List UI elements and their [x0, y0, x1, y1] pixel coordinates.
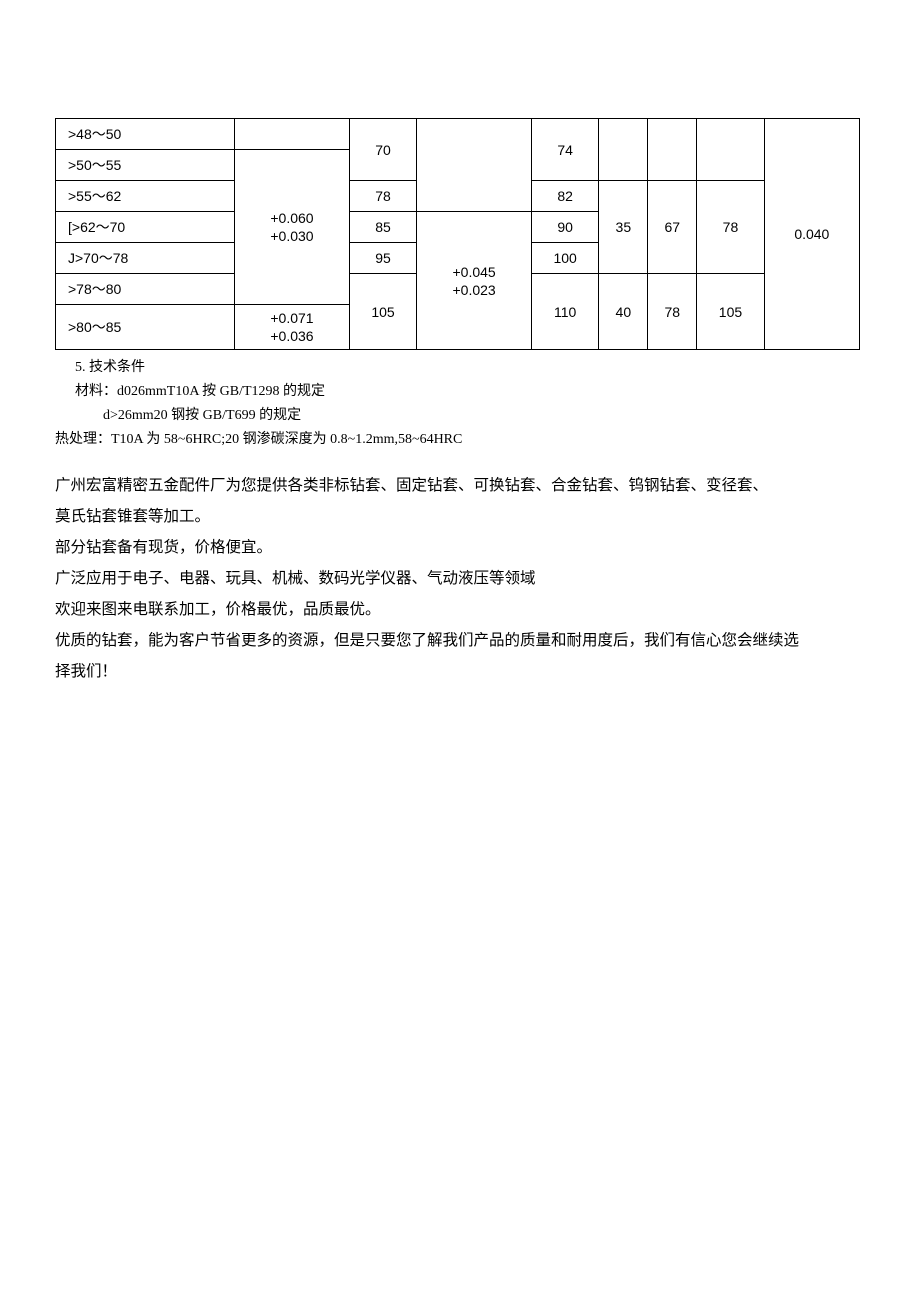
cell-range: [>62～70 [56, 212, 235, 243]
cell-val: 40 [599, 274, 648, 350]
note-line: d>26mm20 钢按 GB/T699 的规定 [75, 404, 860, 428]
cell-val: 105 [349, 274, 416, 350]
note-line: 5. 技术条件 [75, 356, 860, 380]
document-page: >48～50 70 74 0.040 >50～55 +0.060 +0.030 … [0, 118, 920, 687]
cell-val: 90 [531, 212, 598, 243]
cell-range: >80～85 [56, 305, 235, 350]
paragraph-line: 优质的钻套，能为客户节省更多的资源，但是只要您了解我们产品的质量和耐用度后，我们… [55, 625, 860, 656]
tol-text: +0.045 +0.023 [452, 264, 495, 298]
cell-val: 100 [531, 243, 598, 274]
cell-val: 35 [599, 181, 648, 274]
body-paragraphs: 广州宏富精密五金配件厂为您提供各类非标钻套、固定钻套、可换钻套、合金钻套、钨钢钻… [55, 470, 860, 687]
cell-val: 67 [648, 181, 697, 274]
cell-tol: +0.071 +0.036 [235, 305, 350, 350]
cell-val: 78 [349, 181, 416, 212]
cell-val: 74 [531, 119, 598, 181]
cell-val: 110 [531, 274, 598, 350]
tol-text: +0.060 +0.030 [270, 210, 313, 244]
paragraph-line: 莫氏钻套锥套等加工。 [55, 501, 860, 532]
cell-tol [235, 119, 350, 150]
cell-range: >55～62 [56, 181, 235, 212]
spec-table: >48～50 70 74 0.040 >50～55 +0.060 +0.030 … [55, 118, 860, 350]
table-row: >48～50 70 74 0.040 [56, 119, 860, 150]
tol-text: +0.071 +0.036 [270, 310, 313, 344]
paragraph-line: 欢迎来图来电联系加工，价格最优，品质最优。 [55, 594, 860, 625]
cell-val: 105 [697, 274, 764, 350]
cell-val: 0.040 [764, 119, 859, 350]
paragraph-line: 择我们！ [55, 656, 860, 687]
paragraph-line: 广州宏富精密五金配件厂为您提供各类非标钻套、固定钻套、可换钻套、合金钻套、钨钢钻… [55, 470, 860, 501]
cell-val: 82 [531, 181, 598, 212]
cell-val: 70 [349, 119, 416, 181]
note-line: 热处理：T10A 为 58~6HRC;20 钢渗碳深度为 0.8~1.2mm,5… [55, 428, 860, 452]
cell-val [599, 119, 648, 181]
cell-tol [417, 119, 532, 212]
tech-notes: 5. 技术条件 材料：d026mmT10A 按 GB/T1298 的规定 d>2… [55, 356, 860, 451]
cell-tol: +0.045 +0.023 [417, 212, 532, 350]
cell-val [697, 119, 764, 181]
cell-range: J>70～78 [56, 243, 235, 274]
cell-tol: +0.060 +0.030 [235, 150, 350, 305]
cell-val: 95 [349, 243, 416, 274]
cell-range: >78～80 [56, 274, 235, 305]
note-line: 材料：d026mmT10A 按 GB/T1298 的规定 [75, 380, 860, 404]
cell-range: >48～50 [56, 119, 235, 150]
cell-val [648, 119, 697, 181]
cell-val: 85 [349, 212, 416, 243]
paragraph-line: 部分钻套备有现货，价格便宜。 [55, 532, 860, 563]
cell-val: 78 [648, 274, 697, 350]
cell-range: >50～55 [56, 150, 235, 181]
paragraph-line: 广泛应用于电子、电器、玩具、机械、数码光学仪器、气动液压等领域 [55, 563, 860, 594]
cell-val: 78 [697, 181, 764, 274]
